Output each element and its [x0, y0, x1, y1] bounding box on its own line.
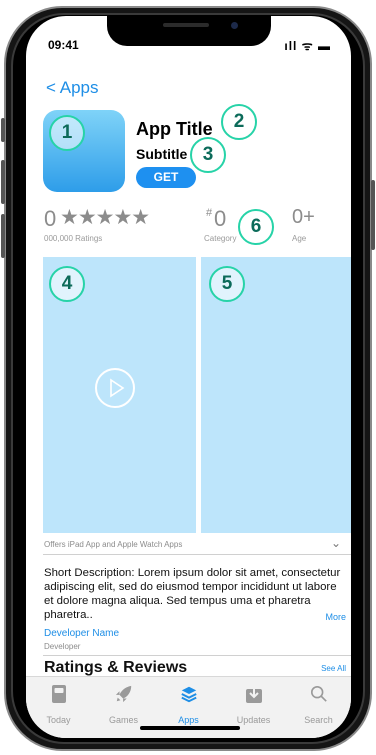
front-camera	[231, 22, 238, 29]
short-description: Short Description: Lorem ipsum dolor sit…	[44, 567, 341, 621]
callout-badge-3: 3	[190, 137, 226, 173]
rating-value: 0	[44, 206, 57, 231]
layers-icon	[181, 686, 197, 703]
home-indicator[interactable]	[140, 726, 240, 730]
rank-hash: #	[206, 207, 213, 219]
status-time: 09:41	[48, 38, 79, 52]
notch	[107, 16, 271, 46]
more-link[interactable]: More	[325, 612, 346, 622]
divider	[43, 554, 351, 555]
tab-label: Updates	[236, 715, 271, 725]
chevron-down-icon[interactable]: ⌄	[331, 536, 341, 550]
callout-badge-5: 5	[209, 266, 245, 302]
volume-up-button	[1, 160, 5, 204]
back-label: Apps	[59, 78, 99, 97]
see-all-link[interactable]: See All	[321, 664, 346, 673]
rank-category: Category	[204, 234, 237, 243]
age-caption: Age	[292, 234, 307, 243]
app-title: App Title	[136, 119, 213, 139]
rocket-icon	[115, 685, 132, 703]
play-triangle-icon	[110, 378, 125, 398]
app-store-screen: 09:41 ıll ᯤ ▬ < Apps App Title Subtitle …	[26, 16, 351, 738]
developer-name-link[interactable]: Developer Name	[44, 628, 119, 639]
tab-today[interactable]: Today	[26, 677, 91, 738]
chevron-left-icon: <	[46, 78, 56, 97]
divider	[43, 655, 351, 656]
callout-badge-2: 2	[221, 104, 257, 140]
tab-search[interactable]: Search	[286, 677, 351, 738]
volume-down-button	[1, 214, 5, 258]
power-button	[371, 180, 375, 250]
tab-label: Apps	[178, 715, 199, 725]
status-icons: ıll ᯤ ▬	[284, 39, 331, 53]
search-icon	[310, 685, 327, 702]
silent-switch	[1, 118, 5, 142]
tab-label: Today	[46, 715, 71, 725]
speaker-grille	[163, 23, 209, 27]
back-button[interactable]: < Apps	[46, 78, 98, 98]
today-icon	[52, 685, 66, 703]
app-subtitle: Subtitle	[136, 146, 188, 162]
callout-badge-4: 4	[49, 266, 85, 302]
offers-text: Offers iPad App and Apple Watch Apps	[44, 540, 183, 549]
ratings-count: 000,000 Ratings	[44, 234, 103, 243]
tab-label: Search	[304, 715, 333, 725]
tab-label: Games	[108, 715, 138, 725]
star-rating: ★★★★★	[60, 206, 150, 229]
download-icon	[246, 685, 262, 703]
callout-badge-6: 6	[238, 209, 274, 245]
callout-badge-1: 1	[49, 115, 85, 151]
play-icon[interactable]	[95, 368, 135, 408]
age-rating: 0+	[292, 206, 315, 228]
rank-value: 0	[214, 206, 227, 231]
developer-label: Developer	[44, 642, 81, 651]
get-button[interactable]: GET	[136, 167, 196, 188]
ratings-reviews-heading: Ratings & Reviews	[44, 659, 188, 676]
